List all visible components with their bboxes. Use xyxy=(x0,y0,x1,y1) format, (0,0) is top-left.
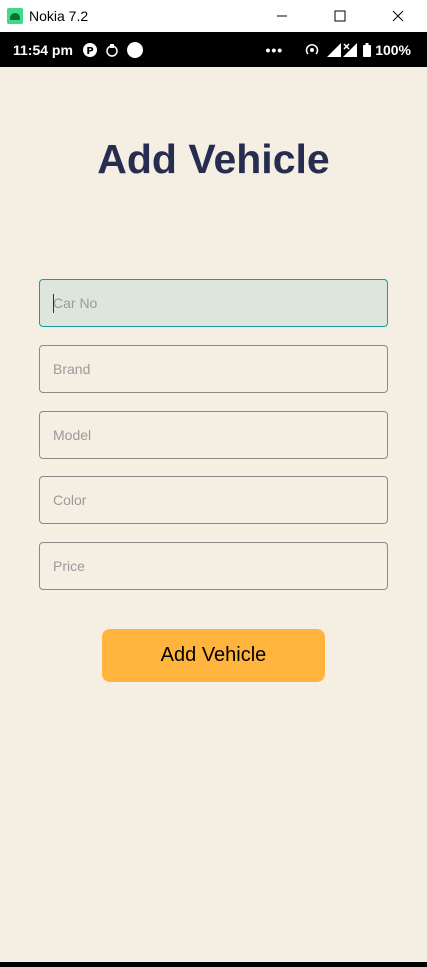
brand-input[interactable] xyxy=(39,345,388,393)
text-cursor xyxy=(53,294,54,313)
status-right: ••• 100% xyxy=(265,32,411,67)
battery-icon xyxy=(363,42,372,57)
maximize-icon[interactable] xyxy=(311,0,369,32)
svg-text:P: P xyxy=(86,46,93,57)
model-input[interactable] xyxy=(39,411,388,459)
android-app-icon xyxy=(7,8,23,24)
hotspot-icon xyxy=(305,43,319,57)
sync-icon xyxy=(105,43,119,57)
battery-percent: 100% xyxy=(375,41,411,58)
minimize-icon[interactable] xyxy=(253,0,311,32)
android-status-bar: 11:54 pm P ••• 100% xyxy=(0,32,427,67)
car-no-input[interactable] xyxy=(39,279,388,327)
window-title: Nokia 7.2 xyxy=(29,8,89,24)
signal-x-icon xyxy=(343,42,358,57)
window-titlebar: Nokia 7.2 xyxy=(0,0,427,32)
price-input[interactable] xyxy=(39,542,388,590)
more-dots: ••• xyxy=(265,41,284,58)
color-input[interactable] xyxy=(39,476,388,524)
add-vehicle-button[interactable]: Add Vehicle xyxy=(102,629,325,682)
close-icon[interactable] xyxy=(369,0,427,32)
window-controls xyxy=(253,0,427,32)
p-notification-icon: P xyxy=(82,42,97,57)
page-title: Add Vehicle xyxy=(97,136,330,182)
signal-icon xyxy=(327,42,342,57)
circle-icon xyxy=(126,41,143,58)
android-nav-bar xyxy=(0,962,427,967)
status-time: 11:54 pm xyxy=(13,41,73,58)
